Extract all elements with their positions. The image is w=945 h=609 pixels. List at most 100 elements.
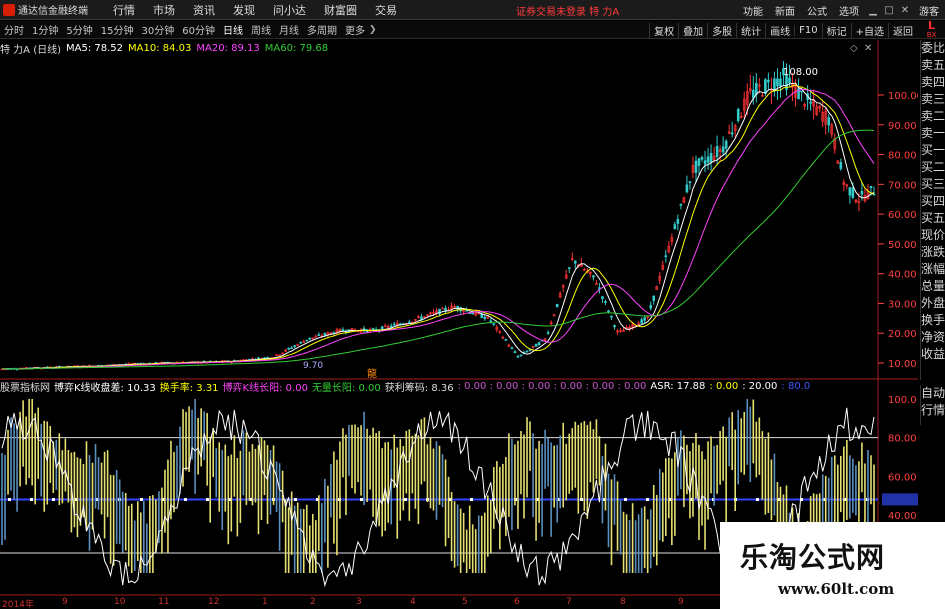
level-dot bbox=[140, 498, 143, 502]
xaxis-month: 4 bbox=[410, 597, 416, 607]
candle-body bbox=[700, 156, 704, 160]
level-dot bbox=[360, 498, 363, 502]
menu-new-page[interactable]: 新面 bbox=[769, 3, 801, 18]
period-daily[interactable]: 日线 bbox=[219, 22, 247, 37]
main-menu: 行情 市场 资讯 发现 问小达 财富圈 交易 bbox=[104, 2, 406, 18]
login-notice[interactable]: 证券交易未登录 特 力A bbox=[516, 3, 619, 18]
sidebar-item-price[interactable]: 现价 bbox=[921, 227, 945, 244]
period-monthly[interactable]: 月线 bbox=[275, 22, 303, 37]
period-toolbar: 分时 1分钟 5分钟 15分钟 30分钟 60分钟 日线 周线 月线 多周期 更… bbox=[0, 20, 945, 39]
candle-body bbox=[592, 275, 595, 278]
period-weekly[interactable]: 周线 bbox=[247, 22, 275, 37]
chevron-right-icon[interactable]: ❯ bbox=[369, 25, 377, 35]
sidebar-item-netasset[interactable]: 净资 bbox=[921, 329, 945, 346]
candle-body bbox=[420, 316, 423, 320]
user-label[interactable]: 游客 bbox=[913, 3, 945, 18]
xaxis-month: 9 bbox=[678, 597, 684, 607]
sidebar-item-ratio[interactable]: 委比 bbox=[921, 40, 945, 57]
menu-discover[interactable]: 发现 bbox=[224, 2, 264, 18]
chart-tools: 复权 叠加 多股 统计 画线 F10 标记 +自选 返回 bbox=[649, 21, 917, 39]
tool-mark[interactable]: 标记 bbox=[821, 22, 851, 38]
indicator-name[interactable]: 股票指标网 bbox=[0, 379, 50, 394]
menu-wealth[interactable]: 财富圈 bbox=[315, 2, 366, 18]
sidebar-item-volume[interactable]: 总量 bbox=[921, 278, 945, 295]
tool-overlay[interactable]: 叠加 bbox=[678, 22, 707, 38]
sidebar-item-ask1[interactable]: 卖一 bbox=[921, 125, 945, 142]
sidebar-item-turnover[interactable]: 换手 bbox=[921, 312, 945, 329]
xaxis-month: 11 bbox=[158, 597, 170, 607]
indicator-v2: : 20.00 bbox=[742, 380, 778, 392]
candle-body bbox=[613, 325, 616, 328]
candle-body bbox=[736, 108, 740, 121]
period-timeshare[interactable]: 分时 bbox=[0, 22, 28, 37]
title-bar: 通达信金融终端 行情 市场 资讯 发现 问小达 财富圈 交易 证券交易未登录 特… bbox=[0, 0, 945, 20]
tool-draw[interactable]: 画线 bbox=[765, 22, 794, 38]
candle-body bbox=[471, 312, 474, 315]
sidebar-item-ask2[interactable]: 卖二 bbox=[921, 108, 945, 125]
sidebar-item-bid4[interactable]: 买四 bbox=[921, 193, 945, 210]
candle-body bbox=[525, 350, 529, 353]
candle-body bbox=[513, 351, 517, 353]
period-5min[interactable]: 5分钟 bbox=[62, 22, 96, 37]
menu-formula[interactable]: 公式 bbox=[801, 3, 833, 18]
menu-markets[interactable]: 市场 bbox=[144, 2, 184, 18]
period-30min[interactable]: 30分钟 bbox=[137, 22, 178, 37]
tool-statistics[interactable]: 统计 bbox=[736, 22, 765, 38]
sidebar-item-bid1[interactable]: 买一 bbox=[921, 142, 945, 159]
tool-multi-stock[interactable]: 多股 bbox=[707, 22, 736, 38]
sidebar-item-earnings[interactable]: 收益 bbox=[921, 346, 945, 363]
indicator-volumeless: 无量长阳: 0.00 bbox=[311, 382, 381, 394]
candle-body bbox=[869, 186, 873, 189]
candle-body bbox=[776, 78, 779, 87]
level-dot bbox=[30, 498, 33, 502]
sidebar-item-pct[interactable]: 涨幅 bbox=[921, 261, 945, 278]
sidebar-item-bid2[interactable]: 买二 bbox=[921, 159, 945, 176]
sidebar-item-ask4[interactable]: 卖四 bbox=[921, 74, 945, 91]
sub-axis-label: 80.00 bbox=[888, 434, 917, 445]
diamond-icon: ◇ bbox=[850, 43, 858, 54]
minimize-icon[interactable]: ▁ bbox=[865, 5, 881, 16]
period-more[interactable]: 更多 bbox=[341, 22, 369, 37]
l2-badge[interactable]: L BX bbox=[918, 20, 945, 39]
sidebar-item-auto[interactable]: 自动 bbox=[921, 385, 945, 402]
candle-body bbox=[860, 191, 864, 195]
candle-body bbox=[408, 321, 411, 324]
candle-body bbox=[489, 320, 493, 323]
candle-body bbox=[305, 339, 309, 342]
low-annotation: 9.70 bbox=[303, 361, 323, 371]
candle-body bbox=[685, 184, 689, 193]
right-menu: 功能 新面 公式 选项 ▁ □ ✕ 游客 bbox=[737, 0, 945, 20]
tool-add-watch[interactable]: +自选 bbox=[850, 22, 888, 38]
maximize-icon[interactable]: □ bbox=[881, 5, 897, 16]
sidebar-item-bid5[interactable]: 买五 bbox=[921, 210, 945, 227]
xaxis-month: 12 bbox=[208, 597, 220, 607]
sidebar-item-ask3[interactable]: 卖三 bbox=[921, 91, 945, 108]
menu-options[interactable]: 选项 bbox=[833, 3, 865, 18]
sidebar-item-outer[interactable]: 外盘 bbox=[921, 295, 945, 312]
price-axis-label: 80.00 bbox=[888, 151, 917, 162]
sidebar-item-quote[interactable]: 行情 bbox=[921, 402, 945, 419]
candle-body bbox=[604, 301, 607, 303]
period-60min[interactable]: 60分钟 bbox=[178, 22, 219, 37]
menu-trade[interactable]: 交易 bbox=[366, 2, 406, 18]
period-15min[interactable]: 15分钟 bbox=[97, 22, 138, 37]
tool-f10[interactable]: F10 bbox=[794, 24, 821, 36]
candle-body bbox=[371, 328, 375, 330]
sidebar-item-ask5[interactable]: 卖五 bbox=[921, 57, 945, 74]
candle-body bbox=[555, 303, 559, 308]
l2-badge-bottom: BX bbox=[926, 31, 937, 39]
sidebar-item-bid3[interactable]: 买三 bbox=[921, 176, 945, 193]
period-1min[interactable]: 1分钟 bbox=[28, 22, 62, 37]
menu-ask[interactable]: 问小达 bbox=[264, 2, 315, 18]
sidebar-item-change[interactable]: 涨跌 bbox=[921, 244, 945, 261]
close-icon[interactable]: ✕ bbox=[897, 5, 913, 16]
menu-function[interactable]: 功能 bbox=[737, 3, 769, 18]
candle-body bbox=[788, 77, 791, 84]
menu-news[interactable]: 资讯 bbox=[184, 2, 224, 18]
tool-back[interactable]: 返回 bbox=[888, 22, 917, 38]
menu-market[interactable]: 行情 bbox=[104, 2, 144, 18]
candle-body bbox=[764, 79, 767, 94]
candle-body bbox=[510, 347, 514, 350]
tool-adjust[interactable]: 复权 bbox=[649, 22, 678, 38]
period-multi[interactable]: 多周期 bbox=[303, 22, 341, 37]
